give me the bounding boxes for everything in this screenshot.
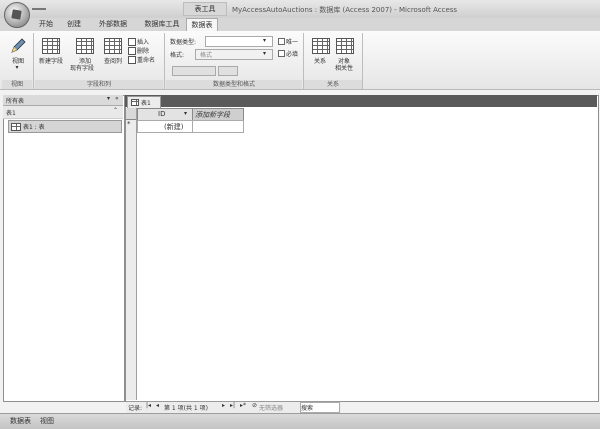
filter-status[interactable]: 无筛选器 [259,403,283,412]
relationships-icon [312,38,330,54]
new-record-label: (新建) [164,123,184,131]
lookup-column-icon [104,38,122,54]
first-record-icon[interactable]: |◂ [146,402,151,409]
status-view-label: 视图 [40,417,54,425]
decimal-format-icons[interactable] [218,66,238,76]
new-record-nav-icon[interactable]: ▸* [240,402,246,409]
tab-external-data[interactable]: 外部数据 [96,18,130,31]
view-group-label: 视图 [2,80,32,89]
office-logo-icon [11,9,22,20]
object-dependencies-label-2[interactable]: 相关性 [331,63,357,72]
group-separator [164,33,165,89]
document-tab-bar [125,95,597,107]
view-dropdown-arrow-icon[interactable]: ▾ [12,64,22,71]
column-header-id-label: ID [158,110,166,118]
record-selector-column[interactable] [126,108,137,400]
office-button[interactable] [4,2,30,28]
new-field-icon [42,38,60,54]
customize-qat-icon [32,8,46,10]
last-record-icon[interactable]: ▸| [230,402,235,409]
navigation-pane-header[interactable]: 所有表 ▾ « [3,95,123,106]
format-value: 格式 [200,52,213,59]
rename-button[interactable]: 重命名 [137,55,155,64]
nav-pane-menu-icon[interactable]: ▾ [107,95,110,102]
nav-pane-title: 所有表 [6,98,25,105]
unique-checkbox[interactable] [278,38,285,45]
data-type-label: 数据类型: [170,39,197,46]
nav-item-table1[interactable]: 表1 : 表 [8,120,122,133]
view-pencil-icon [10,38,26,53]
record-navigation-bar: 记录: |◂ ◂ 第 1 项(共 1 项) ▸ ▸| ▸* ⊘ 无筛选器 搜索 [126,401,341,413]
window-title: MyAccessAutoAuctions : 数据库 (Access 2007)… [232,6,458,14]
object-dependencies-icon [336,38,354,54]
previous-record-icon[interactable]: ◂ [156,402,159,409]
nav-group-header[interactable]: 表1 ⌃ [3,106,123,119]
data-type-dropdown-icon[interactable]: ▾ [263,37,266,44]
status-bar: 数据表 视图 [0,413,600,429]
tab-database-tools[interactable]: 数据库工具 [142,18,182,31]
navigation-pane [3,95,125,402]
group-separator [33,33,34,89]
ribbon-tab-strip [0,18,600,31]
new-record-field-cell[interactable] [192,120,244,133]
format-label: 格式: [170,52,185,59]
table-tools-context-header: 表工具 [183,2,227,16]
status-datasheet-view: 数据表 [10,417,31,425]
table-icon [11,123,21,131]
currency-format-icons[interactable] [172,66,216,76]
document-tab-label: 表1 [141,100,151,107]
lookup-column-button[interactable]: 查阅列 [100,56,126,65]
tab-create[interactable]: 创建 [64,18,84,31]
group-separator [362,33,363,89]
quick-access-toolbar[interactable] [32,5,50,12]
required-checkbox[interactable] [278,50,285,57]
tab-datasheet[interactable]: 数据表 [186,18,218,32]
nav-group-label: 表1 [6,110,16,117]
next-record-icon[interactable]: ▸ [222,402,225,409]
document-window [125,95,599,402]
record-position[interactable]: 第 1 项(共 1 项) [164,403,208,412]
nav-group-collapse-icon[interactable]: ⌃ [113,107,118,114]
delete-column-icon [128,47,136,55]
existing-fields-label[interactable]: 现有字段 [64,63,100,72]
new-field-button[interactable]: 新建字段 [36,56,66,65]
document-tab-table1[interactable]: 表1 [127,96,161,108]
search-box[interactable]: 搜索 [300,402,340,413]
select-all-corner[interactable] [126,108,136,120]
column-filter-icon[interactable]: ▾ [184,110,187,117]
record-label: 记录: [128,405,143,412]
tab-home[interactable]: 开始 [34,18,58,31]
delete-button[interactable]: 删除 [137,46,149,55]
add-existing-fields-icon [76,38,94,54]
nav-item-label: 表1 : 表 [23,124,45,131]
relationships-group-label: 关系 [304,80,362,89]
format-dropdown-icon[interactable]: ▾ [263,50,266,57]
column-header-add-label: 添加新字段 [195,111,230,119]
new-record-marker: * [127,120,131,128]
table-icon [131,99,139,106]
unique-label: 唯一 [286,39,299,46]
insert-button[interactable]: 插入 [137,37,149,46]
filter-icon: ⊘ [252,402,258,409]
fields-group-label: 字段和列 [35,80,163,89]
rename-column-icon [128,56,136,64]
relationships-button[interactable]: 关系 [310,56,330,65]
format-group-label: 数据类型和格式 [166,80,302,89]
required-label: 必填 [286,51,299,58]
nav-pane-collapse-icon[interactable]: « [115,95,119,102]
insert-column-icon [128,38,136,46]
new-record-id-cell[interactable]: (新建) [137,120,193,133]
